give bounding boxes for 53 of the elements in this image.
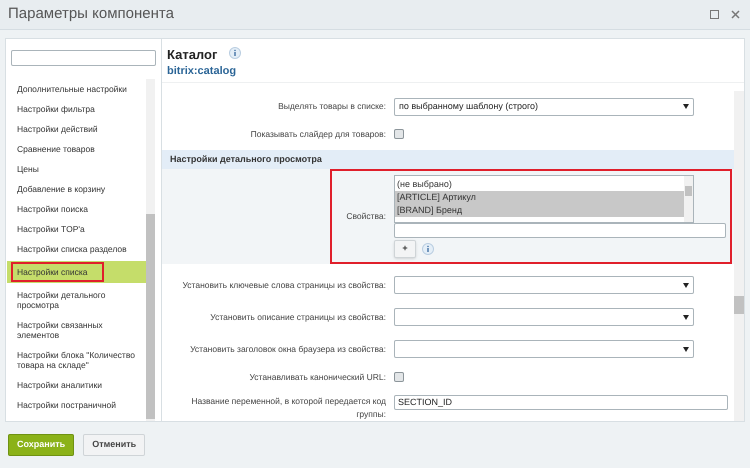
input-field[interactable] [394, 223, 726, 238]
list-option[interactable]: (не выбрано) [395, 178, 684, 192]
scrollbar[interactable] [684, 176, 693, 222]
scrollbar[interactable] [146, 79, 155, 421]
checkbox[interactable] [394, 372, 404, 382]
sidebar-item[interactable]: Настройки фильтра [7, 99, 146, 119]
field-label: Установить ключевые слова страницы из свойства: [181, 278, 387, 292]
select-field[interactable] [394, 340, 694, 358]
sidebar-item[interactable]: Цены [7, 159, 146, 179]
sidebar-item[interactable]: Настройки TOP'а [7, 219, 146, 239]
field-label: Установить описание страницы из свойства: [209, 310, 387, 324]
dropdown-arrow-icon [683, 314, 689, 320]
select-field[interactable] [394, 276, 694, 294]
list-box[interactable]: (не выбрано) [ARTICLE] Артикул [BRAND] Бренд [394, 175, 694, 224]
window-title: Параметры компонента [8, 4, 175, 24]
field-label: Установить заголовок окна браузера из свойства: [189, 342, 387, 356]
sidebar-item[interactable]: Дополнительные настройки [7, 79, 146, 99]
list-option[interactable]: [BRAND] Бренд [395, 204, 684, 218]
field-label: Название переменной, в которой передается код группы: [190, 394, 387, 421]
list-option[interactable]: [ARTICLE] Артикул [395, 191, 684, 204]
field-label: Устанавливать канонический URL: [248, 370, 387, 384]
dropdown-arrow-icon [683, 104, 689, 109]
component-title: Каталог [167, 46, 218, 64]
section-header: Настройки детального просмотра [162, 150, 734, 170]
maximize-icon[interactable] [710, 10, 719, 19]
sidebar-item[interactable]: Настройки постраничной [7, 395, 146, 415]
search-field[interactable] [11, 50, 156, 66]
info-icon[interactable] [229, 47, 242, 59]
dropdown-arrow-icon [683, 282, 689, 288]
component-code: bitrix:catalog [167, 64, 238, 78]
sidebar-item[interactable]: Сравнение товаров [7, 139, 146, 159]
sidebar-item[interactable]: Настройки списка [7, 261, 146, 283]
sidebar-item[interactable]: Настройки действий [7, 119, 146, 139]
cancel-button[interactable]: Отменить [83, 434, 146, 456]
sidebar-item[interactable]: Настройки аналитики [7, 375, 146, 395]
dropdown-arrow-icon [683, 346, 689, 352]
scrollbar[interactable] [734, 90, 744, 421]
info-icon[interactable] [422, 243, 434, 256]
text-field[interactable]: SECTION_ID [394, 394, 728, 410]
field-label: Показывать слайдер для товаров: [250, 128, 387, 141]
field-label: Выделять товары в списке: [277, 100, 387, 113]
field-label: Свойства: [345, 210, 387, 223]
sidebar-item[interactable]: Настройки поиска [7, 199, 146, 219]
sidebar-item[interactable]: Настройки блока "Количество товара на складе" [7, 345, 146, 375]
sidebar-item[interactable]: Настройки списка разделов [7, 239, 146, 259]
select-field[interactable] [394, 308, 694, 326]
sidebar-item[interactable]: Настройки связанных элементов [7, 315, 146, 345]
add-button[interactable]: + [394, 240, 416, 258]
close-icon[interactable] [731, 10, 740, 19]
select-field[interactable]: по выбранному шаблону (строго) [394, 98, 694, 116]
sidebar-item[interactable]: Добавление в корзину [7, 179, 146, 199]
sidebar-item[interactable]: Настройки детального просмотра [7, 285, 146, 315]
checkbox[interactable] [394, 129, 404, 140]
